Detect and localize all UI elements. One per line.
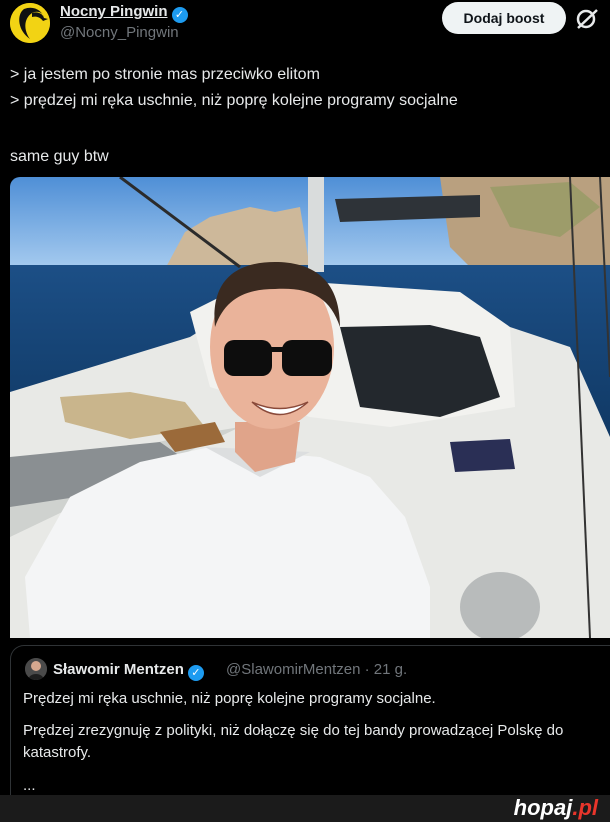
watermark-suffix: .pl [572, 795, 598, 820]
verified-badge-icon: ✓ [171, 7, 188, 23]
quoted-author-name[interactable]: Sławomir Mentzen ✓ [53, 661, 204, 681]
author-handle[interactable]: @Nocny_Pingwin [60, 24, 179, 41]
watermark-text: hopaj [513, 795, 573, 820]
person-avatar-icon [25, 658, 47, 680]
boost-button[interactable]: Dodaj boost [442, 2, 566, 34]
author-name-text[interactable]: Nocny Pingwin [60, 3, 168, 20]
verified-badge-icon: ✓ [187, 665, 204, 681]
watermark-logo: hopaj.pl [514, 795, 598, 821]
quoted-paragraph-1: Prędzej mi ręka uschnie, niż poprę kolej… [23, 690, 436, 707]
tweet-line-2: > prędzej mi ręka uschnie, niż poprę kol… [10, 92, 458, 109]
tweet-media-photo[interactable] [10, 177, 610, 638]
quoted-tweet-ellipsis: ... [23, 777, 36, 794]
quoted-tweet[interactable]: Sławomir Mentzen ✓ @SlawomirMentzen · 21 … [10, 645, 610, 797]
quoted-author-name-text[interactable]: Sławomir Mentzen [53, 661, 184, 678]
author-avatar[interactable] [10, 3, 50, 43]
quoted-author-avatar[interactable] [25, 658, 47, 680]
quoted-tweet-text: Prędzej mi ręka uschnie, niż poprę kolej… [23, 688, 608, 774]
grok-slash-icon[interactable] [575, 8, 601, 30]
penguin-avatar-icon [10, 3, 50, 43]
quoted-author-handle: @SlawomirMentzen · 21 g. [226, 661, 408, 678]
watermark-bar: hopaj.pl [0, 795, 610, 822]
quoted-paragraph-2: Prędzej zrezygnuję z polityki, niż dołąc… [23, 722, 564, 761]
tweet-line-1: > ja jestem po stronie mas przeciwko eli… [10, 66, 320, 83]
author-name[interactable]: Nocny Pingwin ✓ [60, 3, 188, 23]
tweet-line-3: same guy btw [10, 148, 109, 165]
catamaran-selfie-image [10, 177, 610, 638]
tweet-text: > ja jestem po stronie mas przeciwko eli… [10, 62, 600, 170]
tweet-header: Nocny Pingwin ✓ @Nocny_Pingwin Dodaj boos… [0, 0, 610, 50]
